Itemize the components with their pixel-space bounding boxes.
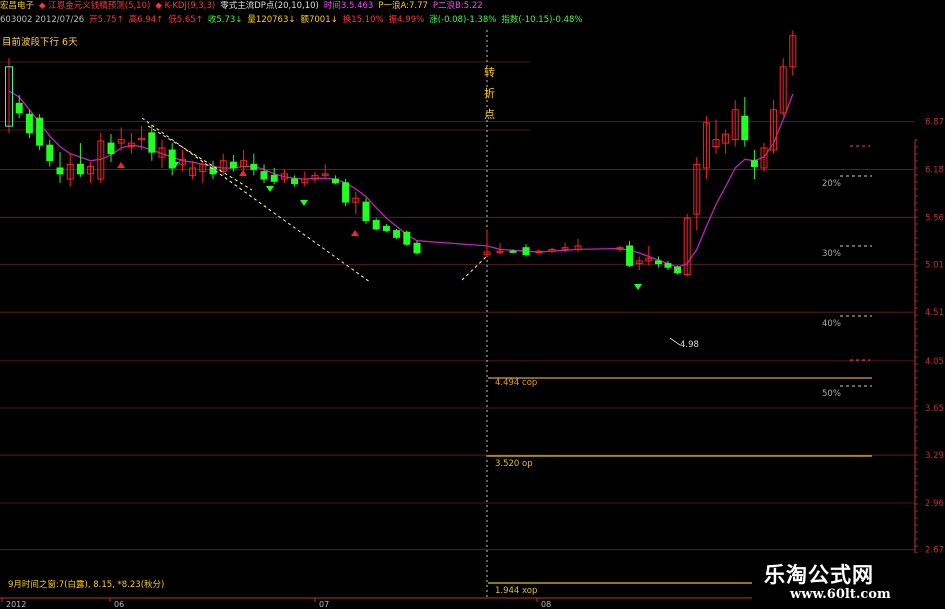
signal-arrow-icon <box>266 186 274 192</box>
header-line-2-segment-9: 涨(-0.08)-1.38% <box>429 15 497 25</box>
candle-body <box>250 163 258 170</box>
y-tick-label: 6.87 <box>925 117 944 127</box>
moving-average-line <box>8 90 794 268</box>
low-price-pointer <box>669 337 681 346</box>
stock-chart-window: 6.87 6.18 5.56 5.01 4.51 4.05 3.65 3.29 2.96 2.67… <box>0 0 945 609</box>
header-line-2-segment-4: 收5.73↓ <box>207 15 243 25</box>
turning-point-label-1: 转 <box>484 66 495 79</box>
candle-body <box>107 142 115 155</box>
fib-level-30: 30% <box>822 249 841 259</box>
signal-arrow-icon <box>117 162 125 168</box>
header-line-2-segment-6: 额7001↓ <box>300 15 338 25</box>
candle-body <box>229 161 237 169</box>
candle-body <box>76 163 84 175</box>
fib-level-50: 50% <box>822 389 841 399</box>
time-window-note: 9月时间之窗:7(白露), 8.15, *8.23(秋分) <box>8 580 165 590</box>
trend-note: 目前波段下行 6天 <box>2 37 78 48</box>
candle-body <box>362 201 370 222</box>
header-line-2: 603002 2012/07/26 开5.75↑ 高6.94↑ 低5.65↑ 收5.73… <box>0 15 588 25</box>
watermark-url: www.60lt.com <box>790 587 891 602</box>
candle-body <box>413 242 421 254</box>
header-line-1-segment-2: ◆ K-KDJ(9,3,3) <box>155 1 216 11</box>
signal-arrow-icon <box>239 170 247 176</box>
watermark-logo: 乐淘公式网 www.60lt.com <box>752 553 945 609</box>
header-line-2-segment-2: 高6.94↑ <box>128 15 164 25</box>
candle-body <box>260 171 268 180</box>
candle-body <box>56 167 64 175</box>
header-line-1-segment-5: P一浪A:7.77 <box>378 1 428 11</box>
header-line-2-segment-10: 指数(-10.15)-0.48% <box>501 15 583 25</box>
header-line-2-segment-1: 开5.75↑ <box>89 15 124 25</box>
header-line-2-segment-7: 换15.10% <box>342 15 384 25</box>
low-price-label: 4.98 <box>680 340 699 350</box>
candle-body <box>372 220 380 230</box>
x-tick-label: 06 <box>114 600 124 609</box>
x-tick-label: 08 <box>541 600 551 609</box>
y-tick-label: 2.96 <box>925 499 944 509</box>
watermark-name: 乐淘公式网 <box>764 562 874 587</box>
header-line-1-segment-1: ◆ 江恩金元义钱精预测(5,10) <box>39 1 151 11</box>
target-level-label-3: 1.944 xop <box>495 586 538 596</box>
candle-body <box>148 132 156 153</box>
x-tick-label: 2012 <box>6 600 26 609</box>
candle-body <box>626 245 634 266</box>
signal-arrow-icon <box>351 230 359 236</box>
candle-body <box>25 113 33 134</box>
candle-body <box>750 160 758 168</box>
fib-level-40: 40% <box>822 319 841 329</box>
candle-body <box>36 117 44 146</box>
signal-arrow-icon <box>300 200 308 206</box>
y-tick-label: 3.65 <box>925 404 944 414</box>
candle-body <box>382 225 390 232</box>
candle-body <box>654 260 662 265</box>
signal-arrow-icon <box>634 284 642 290</box>
candlestick-chart[interactable]: 6.876.185.565.014.514.053.653.292.962.67… <box>0 0 945 609</box>
turning-point-label-2: 折 <box>484 87 495 100</box>
downtrend-line-upper <box>147 125 253 191</box>
candle-body <box>270 174 278 182</box>
header-line-1-segment-4: 时间3.5.463 <box>323 1 374 11</box>
candle-body <box>509 250 517 253</box>
candle-body <box>393 230 401 238</box>
y-tick-label: 3.29 <box>925 451 944 461</box>
y-tick-label: 5.56 <box>925 213 944 223</box>
candle-body <box>15 102 23 114</box>
y-tick-label: 4.05 <box>925 357 944 367</box>
candle-body <box>46 144 54 162</box>
candle-body <box>403 231 411 245</box>
candle-body <box>522 247 530 256</box>
candle-body <box>331 178 339 184</box>
candle-body <box>291 178 299 185</box>
header-line-1-segment-6: P二浪B:5.22 <box>432 1 483 11</box>
candle-body <box>342 182 350 203</box>
y-tick-label: 5.01 <box>925 261 944 271</box>
header-line-1: 宏昌电子 ◆ 江恩金元义钱精预测(5,10) ◆ K-KDJ(9,3,3) 零式主流D… <box>0 1 488 11</box>
candle-body <box>664 263 672 268</box>
header-line-2-segment-3: 低5.65↑ <box>168 15 203 25</box>
header-line-1-segment-0: 宏昌电子 <box>0 1 35 11</box>
candle-body <box>741 115 749 141</box>
candle-body <box>674 266 682 274</box>
x-tick-label: 07 <box>319 600 329 609</box>
turning-trend-line <box>461 255 488 281</box>
fib-level-20: 20% <box>822 179 841 189</box>
downtrend-line <box>141 117 371 283</box>
turning-point-label-3: 点 <box>484 108 495 121</box>
y-tick-label: 4.51 <box>925 308 944 318</box>
y-tick-label: 6.18 <box>925 165 944 175</box>
target-level-label-1: 4.494 cop <box>495 378 538 388</box>
target-level-label-2: 3.520 op <box>495 459 533 469</box>
header-line-2-segment-8: 振4.99% <box>388 15 425 25</box>
header-line-1-segment-3: 零式主流DP点(20,10,10) <box>220 1 319 11</box>
header-line-2-segment-0: 603002 2012/07/26 <box>0 15 85 25</box>
header-line-2-segment-5: 量120763↓ <box>247 15 296 25</box>
